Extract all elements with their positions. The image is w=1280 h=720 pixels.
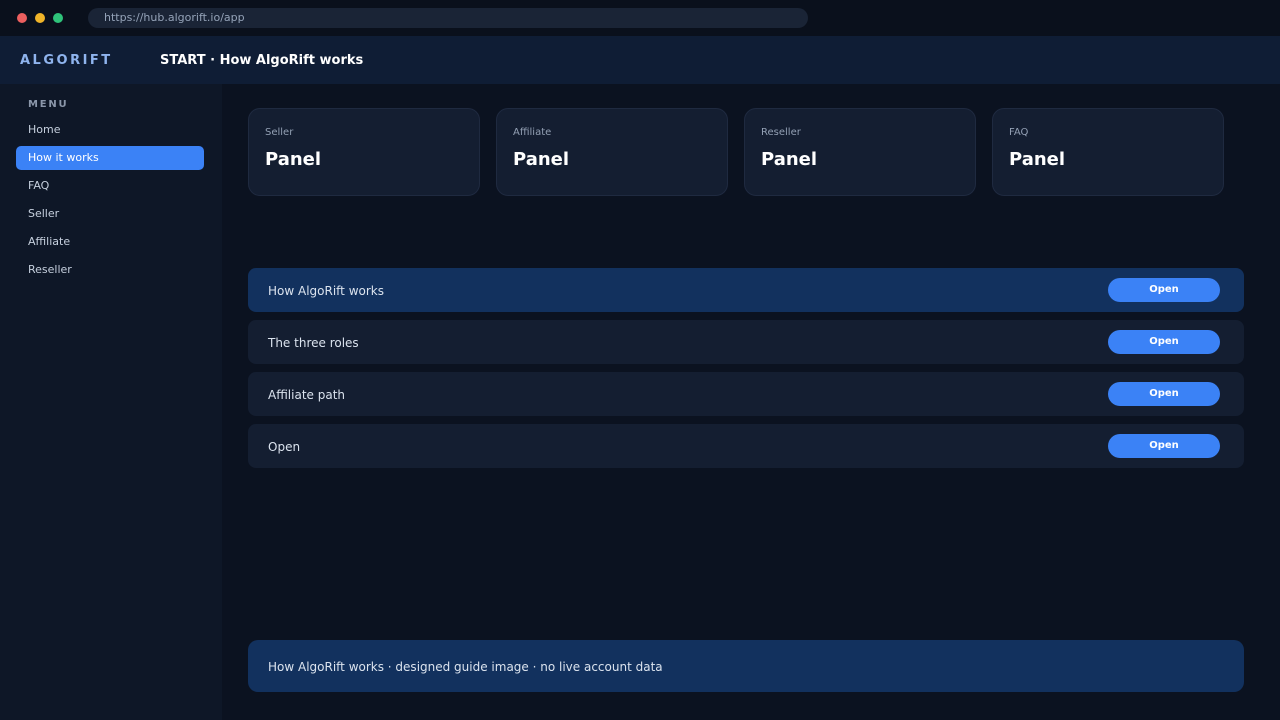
card-value: Panel xyxy=(265,149,322,170)
sidebar-item-home[interactable]: Home xyxy=(16,118,204,142)
card-reseller-panel[interactable]: Reseller Panel xyxy=(744,108,976,196)
list-item-label: The three roles xyxy=(268,336,359,350)
window-maximize-dot[interactable] xyxy=(53,13,63,23)
list-item-affiliate-path[interactable]: Affiliate path Open xyxy=(248,372,1244,416)
list-item-label: Affiliate path xyxy=(268,388,346,402)
sidebar-item-affiliate[interactable]: Affiliate xyxy=(16,230,204,254)
card-value: Panel xyxy=(513,149,570,170)
sidebar-item-faq[interactable]: FAQ xyxy=(16,174,204,198)
card-label: Affiliate xyxy=(513,127,552,138)
open-button[interactable]: Open xyxy=(1108,278,1220,302)
card-affiliate-panel[interactable]: Affiliate Panel xyxy=(496,108,728,196)
card-seller-panel[interactable]: Seller Panel xyxy=(248,108,480,196)
card-label: Reseller xyxy=(761,127,801,138)
sidebar-item-seller[interactable]: Seller xyxy=(16,202,204,226)
window-close-dot[interactable] xyxy=(17,13,27,23)
footer-banner: How AlgoRift works · designed guide imag… xyxy=(248,640,1244,692)
address-bar[interactable]: https://hub.algorift.io/app xyxy=(88,8,808,28)
sidebar-item-how-it-works[interactable]: How it works xyxy=(16,146,204,170)
footer-text: How AlgoRift works · designed guide imag… xyxy=(268,660,663,674)
sidebar-section-label: MENU xyxy=(28,99,69,110)
card-label: Seller xyxy=(265,127,294,138)
card-value: Panel xyxy=(761,149,818,170)
list-item-label: How AlgoRift works xyxy=(268,284,384,298)
open-button[interactable]: Open xyxy=(1108,434,1220,458)
app-header: ALGORIFT START · How AlgoRift works xyxy=(0,36,1280,84)
browser-chrome: https://hub.algorift.io/app xyxy=(0,0,1280,36)
sidebar-item-reseller[interactable]: Reseller xyxy=(16,258,204,282)
card-value: Panel xyxy=(1009,149,1066,170)
list-item-open[interactable]: Open Open xyxy=(248,424,1244,468)
list-item-how-algorift-works[interactable]: How AlgoRift works Open xyxy=(248,268,1244,312)
page-title: START · How AlgoRift works xyxy=(160,53,364,68)
list-item-label: Open xyxy=(268,440,301,454)
list-item-three-roles[interactable]: The three roles Open xyxy=(248,320,1244,364)
open-button[interactable]: Open xyxy=(1108,382,1220,406)
card-label: FAQ xyxy=(1009,127,1029,138)
card-faq-panel[interactable]: FAQ Panel xyxy=(992,108,1224,196)
open-button[interactable]: Open xyxy=(1108,330,1220,354)
window-minimize-dot[interactable] xyxy=(35,13,45,23)
sidebar: MENU Home How it works FAQ Seller Affili… xyxy=(0,84,222,720)
brand-logo[interactable]: ALGORIFT xyxy=(20,36,113,86)
